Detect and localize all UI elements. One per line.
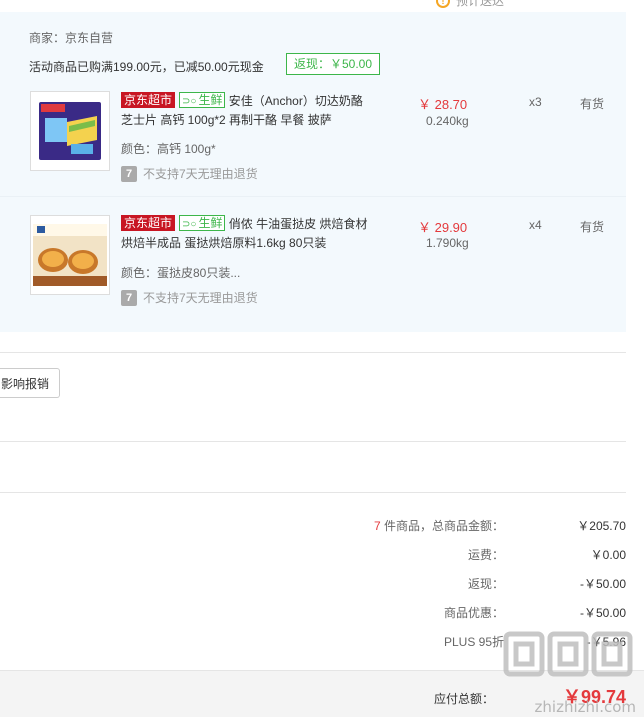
summary-discount-label: 商品优惠： [443,606,504,620]
payable-bar: 应付总额： ￥99.74 [0,670,644,717]
summary-discount-row: 商品优惠： -￥50.00 [0,604,626,624]
product-image-cheese[interactable] [30,91,110,171]
seven-day-icon: 7 [121,165,137,182]
summary-cashback-value: -￥50.00 [579,577,626,591]
product-title-egg-tart[interactable]: 京东超市 ⊃○ 生鲜 俏侬 牛油蛋挞皮 烘焙食材烘焙半成品 蛋挞烘焙原料1.6kg … [121,215,371,253]
tag-jd-supermarket: 京东超市 [121,92,176,108]
section-divider [0,441,626,442]
merchant-label: 商家：京东自营 [29,31,114,45]
delivery-hint: ! 预计送达 [436,0,504,9]
product-stock: 有货 [580,97,605,111]
payable-value: ￥99.74 [562,687,626,707]
summary-total-value: ￥205.70 [577,519,626,533]
summary-plus-row: PLUS 95折 -￥5.96 [0,633,626,653]
product-qty: x4 [529,218,542,232]
fish-icon: ⊃○ [182,96,197,107]
summary-total-row: 7 件商品，总商品金额： ￥205.70 [0,517,626,537]
fish-icon: ⊃○ [182,219,197,230]
tag-fresh: ⊃○ 生鲜 [179,215,226,231]
seven-day-icon: 7 [121,289,137,306]
summary-cashback-label: 返现： [467,577,504,591]
summary-shipping-value: ￥0.00 [590,548,626,562]
product-qty: x3 [529,95,542,109]
product-price: ￥ 29.90 [418,220,468,235]
item-divider [0,196,626,197]
section-divider [0,492,626,493]
summary-plus-value: -￥5.96 [586,635,626,649]
payable-label: 应付总额： [433,692,494,706]
warning-icon: ! [436,0,450,8]
product-spec: 颜色：蛋挞皮80只装... [121,266,241,280]
promo-text: 活动商品已购满199.00元，已减50.00元现金 [29,60,264,74]
product-weight: 1.790kg [426,236,469,250]
section-divider [0,352,626,353]
summary-shipping-row: 运费： ￥0.00 [0,546,626,566]
tag-fresh: ⊃○ 生鲜 [179,92,226,108]
product-weight: 0.240kg [426,114,469,128]
product-image-egg-tart[interactable] [30,215,110,295]
summary-cashback-row: 返现： -￥50.00 [0,575,626,595]
invoice-button[interactable]: 影响报销 [0,368,60,398]
summary-shipping-label: 运费： [467,548,504,562]
product-stock: 有货 [580,220,605,234]
summary-total-label: 7 件商品，总商品金额： [373,519,504,533]
no-return-notice: 7 不支持7天无理由退货 [121,289,258,306]
summary-plus-label: PLUS 95折 [443,635,504,649]
product-title-cheese[interactable]: 京东超市 ⊃○ 生鲜 安佳（Anchor）切达奶酪芝士片 高钙 100g*2 再制干… [121,92,371,130]
no-return-notice: 7 不支持7天无理由退货 [121,165,258,182]
delivery-hint-text: 预计送达 [456,0,505,8]
product-price: ￥ 28.70 [418,97,468,112]
product-spec: 颜色：高钙 100g* [121,142,216,156]
cashback-tag: 返现：￥50.00 [286,53,381,75]
summary-discount-value: -￥50.00 [579,606,626,620]
tag-jd-supermarket: 京东超市 [121,215,176,231]
